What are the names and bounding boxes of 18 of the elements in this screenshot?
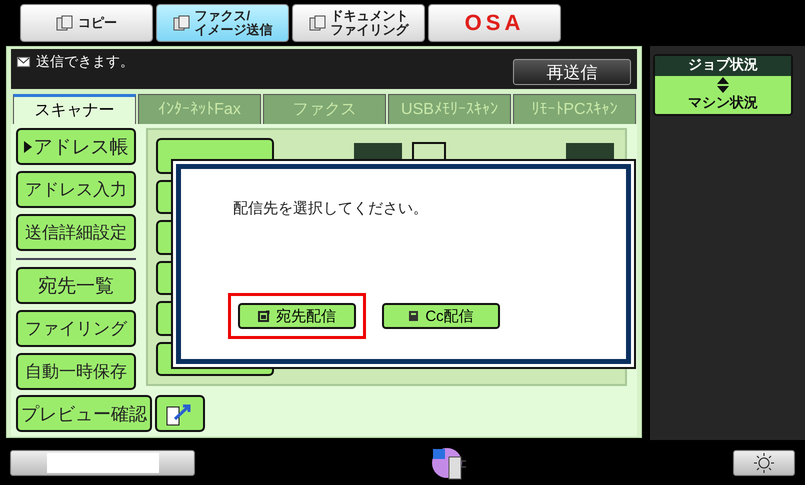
- menu-button[interactable]: アドレス帳: [16, 128, 136, 165]
- mode-tab[interactable]: ドキュメント ファイリング: [292, 4, 425, 42]
- job-status-button[interactable]: ジョブ状況 マシン状況: [653, 54, 793, 116]
- mode-tab[interactable]: ファクス/ イメージ送信: [156, 4, 289, 42]
- menu-button[interactable]: 自動一時保存: [16, 353, 136, 390]
- dialog-button[interactable]: Cc配信: [382, 303, 500, 329]
- menu-button[interactable]: 宛先一覧: [16, 267, 136, 304]
- status-message: 送信できます。: [36, 53, 134, 71]
- menu-button[interactable]: 送信詳細設定: [16, 214, 136, 251]
- logo-button[interactable]: OSA: [428, 4, 561, 42]
- preview-button[interactable]: プレビュー確認: [16, 395, 152, 432]
- scanner-tab[interactable]: スキャナー: [13, 94, 136, 124]
- dialog-button[interactable]: 宛先配信: [238, 303, 356, 329]
- mode-tab[interactable]: コピー: [20, 4, 153, 42]
- menu-button[interactable]: ファイリング: [16, 310, 136, 347]
- menu-button[interactable]: アドレス入力: [16, 171, 136, 208]
- resend-button[interactable]: 再送信: [513, 59, 631, 85]
- dialog-message: 配信先を選択してください。: [233, 199, 429, 218]
